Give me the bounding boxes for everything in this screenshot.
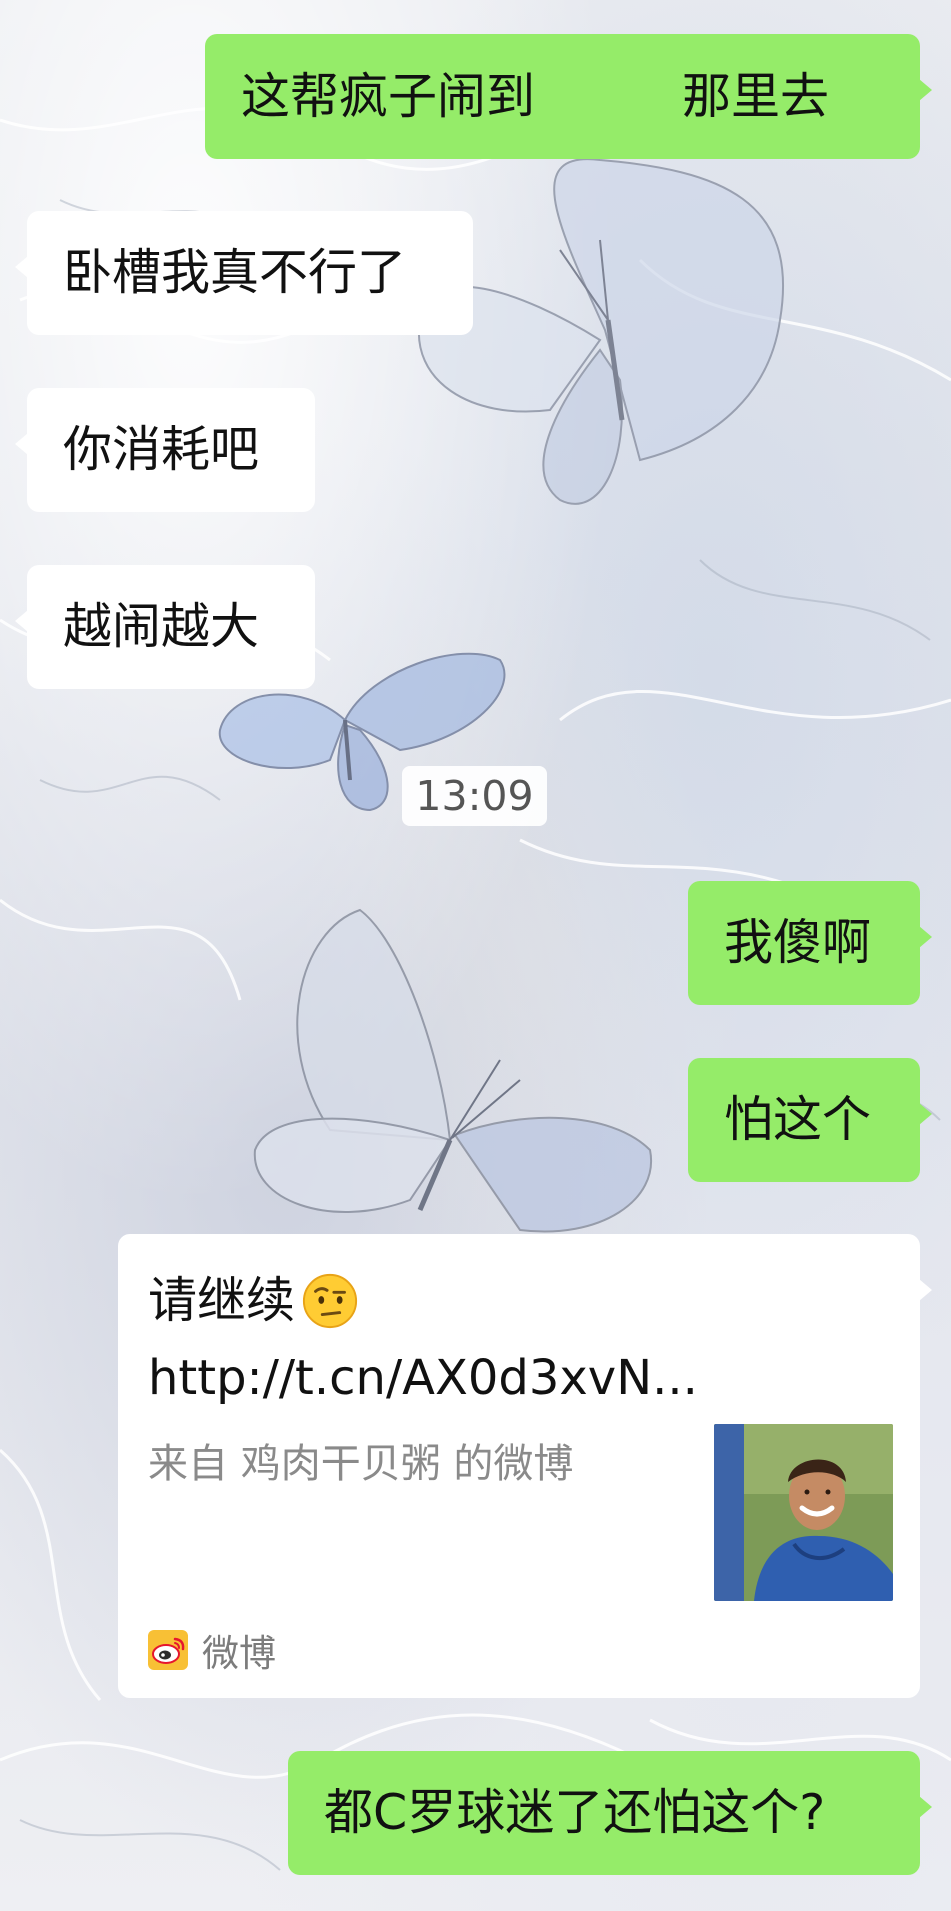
message-bubble-incoming[interactable]: 卧槽我真不行了 [15, 211, 473, 335]
message-bubble-outgoing[interactable]: 这帮疯子闹到 那里去 [205, 34, 932, 159]
butterfly-large [417, 158, 785, 505]
raised-eyebrow-face-icon [302, 1273, 358, 1328]
message-bubble-outgoing[interactable]: 怕这个 [688, 1058, 932, 1182]
message-text: 你消耗吧 [63, 421, 260, 478]
message-timestamp: 13:09 [402, 766, 547, 826]
message-bubble-outgoing[interactable]: 我傻啊 [688, 881, 932, 1005]
card-url[interactable]: http://t.cn/AX0d3xvN... [148, 1348, 698, 1408]
card-app-name: 微博 [202, 1632, 276, 1675]
card-title-text: 请继续 [148, 1272, 296, 1329]
message-text: 都C罗球迷了还怕这个? [324, 1784, 826, 1841]
card-thumbnail-image [714, 1424, 893, 1601]
message-text: 越闹越大 [63, 598, 260, 655]
card-source: 来自 鸡肉干贝粥 的微博 [148, 1441, 574, 1487]
message-text: 怕这个 [724, 1091, 872, 1148]
card-footer: 微博 [148, 1628, 276, 1675]
message-bubble-incoming[interactable]: 你消耗吧 [15, 388, 315, 512]
message-text: 这帮疯子闹到 那里去 [241, 68, 830, 125]
message-text: 我傻啊 [724, 914, 872, 971]
butterfly-lower [253, 908, 653, 1233]
weibo-logo-icon [148, 1630, 188, 1670]
message-bubble-outgoing[interactable]: 都C罗球迷了还怕这个? [288, 1751, 932, 1875]
card-title: 请继续 [148, 1270, 359, 1331]
message-bubble-incoming[interactable]: 越闹越大 [15, 565, 315, 689]
message-text: 卧槽我真不行了 [63, 244, 407, 301]
shared-link-card[interactable]: 请继续 http://t.cn/AX0d3xvN... 来自 鸡肉干贝粥 的微博 [118, 1234, 932, 1698]
